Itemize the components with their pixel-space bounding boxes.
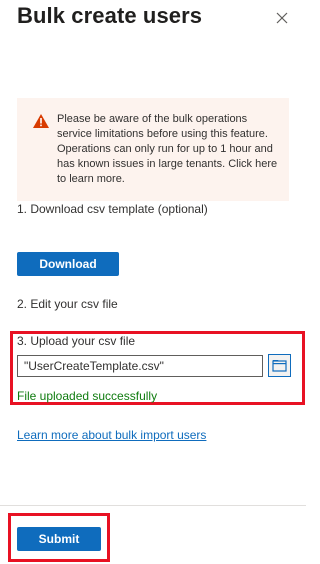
bulk-create-users-panel: Bulk create users Please be aware of the… (0, 0, 306, 564)
folder-icon (272, 360, 287, 372)
close-button[interactable] (274, 10, 290, 26)
footer-divider (0, 505, 306, 506)
step-upload-label: 3. Upload your csv file (17, 334, 136, 348)
csv-file-input[interactable]: "UserCreateTemplate.csv" (17, 355, 263, 377)
step-download-label: 1. Download csv template (optional) (17, 202, 208, 216)
submit-button[interactable]: Submit (17, 527, 101, 551)
learn-more-link[interactable]: Learn more about bulk import users (17, 428, 206, 442)
browse-file-button[interactable] (268, 354, 291, 377)
service-limitations-warning[interactable]: Please be aware of the bulk operations s… (17, 98, 289, 201)
download-button[interactable]: Download (17, 252, 119, 276)
panel-title: Bulk create users (17, 3, 203, 28)
warning-icon (33, 114, 49, 128)
warning-text: Please be aware of the bulk operations s… (57, 113, 278, 185)
upload-status-message: File uploaded successfully (17, 389, 158, 403)
close-icon (276, 12, 288, 24)
step-edit-label: 2. Edit your csv file (17, 297, 118, 311)
